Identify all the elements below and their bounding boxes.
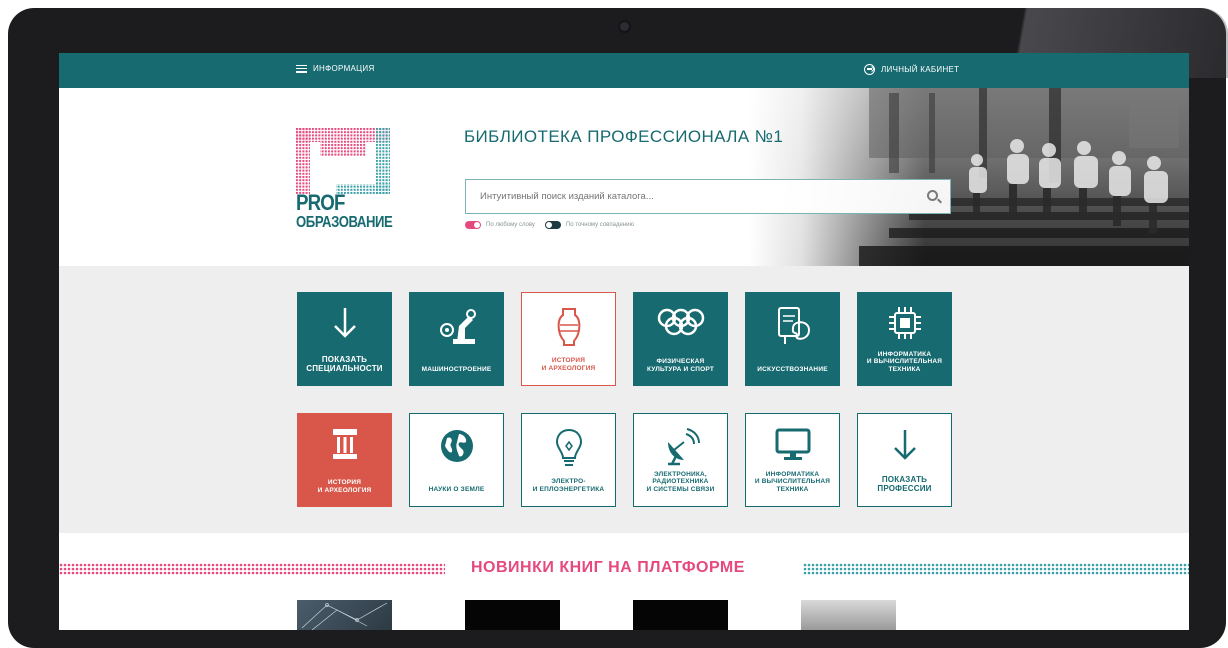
tile-label: ФИЗИЧЕСКАЯ КУЛЬТУРА И СПОРТ [646, 358, 715, 374]
hero-photo-students [749, 88, 1189, 266]
page-title: БИБЛИОТЕКА ПРОФЕССИОНАЛА №1 [464, 127, 784, 146]
toggle-switch-on-icon [465, 221, 481, 229]
tile-label: ЭЛЕКТРО- И ЕПЛОЭНЕРГЕТИКА [532, 478, 605, 494]
new-books-title: НОВИНКИ КНИГ НА ПЛАТФОРМЕ [471, 559, 745, 576]
tile-label: ПОКАЗАТЬ СПЕЦИАЛЬНОСТИ [306, 354, 383, 374]
arrow-down-icon [333, 308, 356, 338]
tile-history-archaeology-2[interactable]: ИСТОРИЯ И АРХЕОЛОГИЯ [297, 413, 392, 507]
information-menu-label: ИНФОРМАЦИЯ [313, 64, 375, 73]
tile-informatics-computing-2[interactable]: ИНФОРМАТИКА И ВЫЧИСЛИТЕЛЬНАЯ ТЕХНИКА [745, 413, 840, 507]
prof-obrazovanie-logo[interactable]: PROF ОБРАЗОВАНИЕ [296, 122, 393, 234]
hamburger-icon [296, 64, 307, 73]
book-cover[interactable] [465, 600, 560, 630]
arrow-down-icon [893, 430, 916, 460]
tile-label: МАШИНОСТРОЕНИЕ [421, 366, 492, 374]
tile-electro-energetics[interactable]: ЭЛЕКТРО- И ЕПЛОЭНЕРГЕТИКА [521, 413, 616, 507]
tile-earth-sciences[interactable]: НАУКИ О ЗЕМЛЕ [409, 413, 504, 507]
tile-history-archaeology[interactable]: ИСТОРИЯ И АРХЕОЛОГИЯ [521, 292, 616, 386]
lightbulb-icon [555, 428, 582, 466]
decorative-dots-left [59, 563, 445, 575]
tile-label: ИНФОРМАТИКА И ВЫЧИСЛИТЕЛЬНАЯ ТЕХНИКА [866, 350, 943, 374]
monitor-icon [775, 428, 810, 460]
tile-label: ЭЛЕКТРОНИКА, РАДИОТЕХНИКА И СИСТЕМЫ СВЯЗ… [646, 470, 715, 494]
palette-icon [777, 307, 810, 344]
toggle-any-word-label: По любому слову [486, 222, 535, 228]
book-cover[interactable] [801, 600, 896, 630]
globe-icon [440, 430, 473, 462]
tile-label: ПОКАЗАТЬ ПРОФЕССИИ [877, 474, 932, 494]
book-cover[interactable] [297, 600, 392, 630]
tile-label: НАУКИ О ЗЕМЛЕ [428, 486, 485, 494]
olympic-rings-icon [657, 308, 704, 336]
tile-label: ИНФОРМАТИКА И ВЫЧИСЛИТЕЛЬНАЯ ТЕХНИКА [754, 470, 831, 494]
tile-mechanical-engineering[interactable]: МАШИНОСТРОЕНИЕ [409, 292, 504, 386]
toggle-exact-match[interactable]: По точному совпадению [544, 221, 634, 229]
tile-informatics-computing-1[interactable]: ИНФОРМАТИКА И ВЫЧИСЛИТЕЛЬНАЯ ТЕХНИКА [857, 292, 952, 386]
search-input[interactable] [466, 180, 906, 213]
toggle-switch-off-icon [544, 221, 561, 229]
column-icon [332, 429, 357, 459]
decorative-dots-right [803, 563, 1189, 575]
webcam-icon [620, 22, 629, 31]
laptop-mockup: ИНФОРМАЦИЯ ЛИЧНЫЙ КАБИНЕТ PROF ОБРАЗОВАН… [0, 0, 1228, 648]
tile-label: ИСТОРИЯ И АРХЕОЛОГИЯ [541, 357, 596, 373]
chip-icon [888, 307, 921, 339]
top-navigation-bar: ИНФОРМАЦИЯ ЛИЧНЫЙ КАБИНЕТ [59, 53, 1189, 88]
personal-cabinet-button[interactable]: ЛИЧНЫЙ КАБИНЕТ [864, 64, 959, 75]
tile-show-professions[interactable]: ПОКАЗАТЬ ПРОФЕССИИ [857, 413, 952, 507]
logo-text-obrazovanie: ОБРАЗОВАНИЕ [296, 214, 393, 231]
search-mode-toggles: По любому слову По точному совпадению [465, 221, 634, 229]
categories-grid: ПОКАЗАТЬ СПЕЦИАЛЬНОСТИ МАШИНОСТРОЕНИЕ ИС… [59, 266, 1189, 533]
tile-show-specialties[interactable]: ПОКАЗАТЬ СПЕЦИАЛЬНОСТИ [297, 292, 392, 386]
personal-cabinet-label: ЛИЧНЫЙ КАБИНЕТ [881, 65, 960, 74]
catalog-search-box [465, 179, 951, 214]
tile-label: ИСТОРИЯ И АРХЕОЛОГИЯ [317, 479, 372, 495]
toggle-exact-match-label: По точному совпадению [565, 222, 634, 228]
robot-arm-icon [439, 309, 476, 344]
toggle-any-word[interactable]: По любому слову [465, 221, 535, 229]
satellite-dish-icon [667, 428, 700, 466]
browser-screen: ИНФОРМАЦИЯ ЛИЧНЫЙ КАБИНЕТ PROF ОБРАЗОВАН… [59, 53, 1189, 630]
tile-art-studies[interactable]: ИСКУССТВОЗНАНИЕ [745, 292, 840, 386]
search-icon[interactable] [927, 190, 938, 201]
new-books-section: НОВИНКИ КНИГ НА ПЛАТФОРМЕ [59, 533, 1189, 630]
hero-header: PROF ОБРАЗОВАНИЕ БИБЛИОТЕКА ПРОФЕССИОНАЛ… [59, 88, 1189, 266]
amphora-icon [557, 308, 580, 346]
tile-label: ИСКУССТВОЗНАНИЕ [757, 366, 828, 374]
book-cover[interactable] [633, 600, 728, 630]
tile-electronics-radio-communications[interactable]: ЭЛЕКТРОНИКА, РАДИОТЕХНИКА И СИСТЕМЫ СВЯЗ… [633, 413, 728, 507]
information-menu-button[interactable]: ИНФОРМАЦИЯ [296, 64, 375, 73]
logo-text-prof: PROF [296, 190, 345, 215]
login-icon [864, 64, 875, 75]
tile-physical-culture-sport[interactable]: ФИЗИЧЕСКАЯ КУЛЬТУРА И СПОРТ [633, 292, 728, 386]
